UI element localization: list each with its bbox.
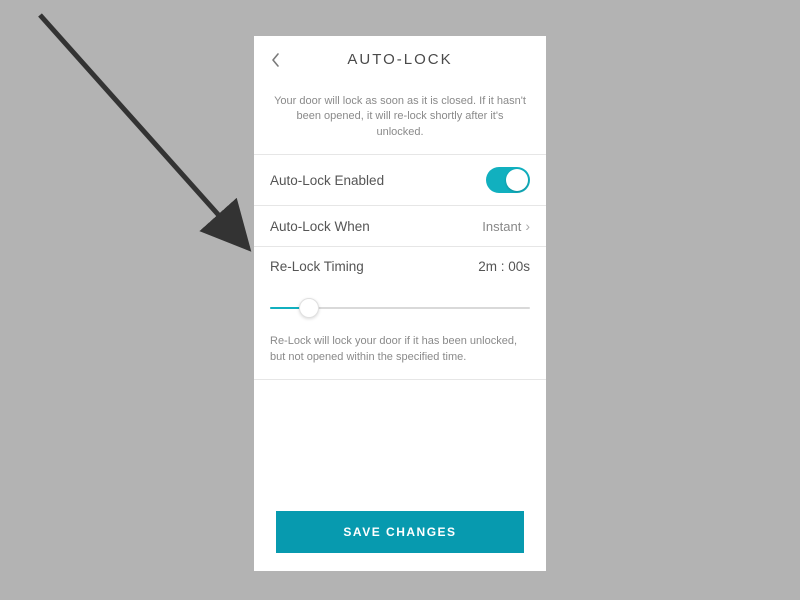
auto-lock-enabled-label: Auto-Lock Enabled bbox=[270, 173, 384, 188]
slider-container bbox=[254, 280, 546, 326]
row-auto-lock-enabled: Auto-Lock Enabled bbox=[254, 154, 546, 205]
settings-screen: AUTO-LOCK Your door will lock as soon as… bbox=[254, 36, 546, 571]
relock-timing-value: 2m : 00s bbox=[478, 259, 530, 274]
back-button[interactable] bbox=[266, 50, 286, 70]
toggle-knob bbox=[506, 169, 528, 191]
auto-lock-when-value-text: Instant bbox=[482, 219, 521, 234]
auto-lock-when-value: Instant › bbox=[482, 218, 530, 234]
page-title: AUTO-LOCK bbox=[254, 51, 546, 68]
description-text: Your door will lock as soon as it is clo… bbox=[254, 84, 546, 154]
relock-slider[interactable] bbox=[270, 298, 530, 318]
row-relock-timing: Re-Lock Timing 2m : 00s bbox=[254, 246, 546, 280]
auto-lock-when-label: Auto-Lock When bbox=[270, 219, 370, 234]
save-changes-button[interactable]: SAVE CHANGES bbox=[276, 511, 524, 553]
header: AUTO-LOCK bbox=[254, 36, 546, 84]
relock-timing-label: Re-Lock Timing bbox=[270, 259, 364, 274]
annotation-arrow bbox=[0, 0, 280, 280]
slider-thumb[interactable] bbox=[299, 298, 319, 318]
relock-description: Re-Lock will lock your door if it has be… bbox=[254, 326, 546, 380]
auto-lock-toggle[interactable] bbox=[486, 167, 530, 193]
chevron-right-icon: › bbox=[525, 218, 530, 234]
spacer bbox=[254, 380, 546, 511]
chevron-left-icon bbox=[270, 52, 282, 68]
row-auto-lock-when[interactable]: Auto-Lock When Instant › bbox=[254, 205, 546, 246]
